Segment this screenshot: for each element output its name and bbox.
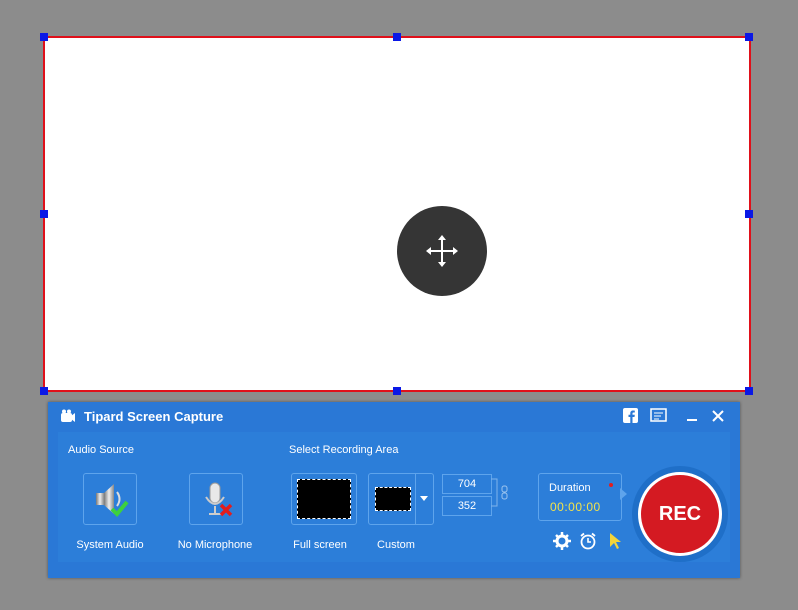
height-input[interactable]: 352 <box>442 496 492 516</box>
speaker-icon <box>96 484 129 517</box>
minimize-icon <box>687 419 697 421</box>
chevron-down-icon[interactable] <box>420 496 428 502</box>
move-region-button[interactable] <box>397 206 487 296</box>
control-panel: Tipard Screen Capture Audio Source Selec… <box>48 402 740 578</box>
resize-handle-bottom-left[interactable] <box>40 387 48 395</box>
microphone-muted-icon <box>205 482 233 517</box>
link-ratio-icon[interactable] <box>490 478 510 508</box>
resize-handle-left[interactable] <box>40 210 48 218</box>
app-title: Tipard Screen Capture <box>84 409 224 424</box>
duration-panel: Duration 00:00:00 <box>538 473 622 521</box>
cursor-icon[interactable] <box>608 532 622 550</box>
facebook-icon[interactable] <box>623 408 638 423</box>
system-audio-button[interactable] <box>83 473 137 525</box>
resize-handle-bottom[interactable] <box>393 387 401 395</box>
resize-handle-bottom-right[interactable] <box>745 387 753 395</box>
close-icon <box>712 410 724 422</box>
audio-source-label: Audio Source <box>68 444 135 456</box>
close-button[interactable] <box>712 410 724 422</box>
recording-indicator-dot <box>609 483 613 487</box>
capture-region[interactable] <box>40 33 753 395</box>
move-arrows-icon <box>426 235 458 267</box>
width-input[interactable]: 704 <box>442 474 492 494</box>
resize-handle-top-right[interactable] <box>745 33 753 41</box>
resize-handle-top-left[interactable] <box>40 33 48 41</box>
alarm-clock-icon[interactable] <box>579 532 597 550</box>
recording-area-label: Select Recording Area <box>289 444 399 456</box>
microphone-button[interactable] <box>189 473 243 525</box>
system-audio-label: System Audio <box>76 539 144 551</box>
subtitle-icon[interactable] <box>650 408 668 423</box>
resize-handle-right[interactable] <box>745 210 753 218</box>
custom-area-button[interactable] <box>368 473 434 525</box>
rec-button-ring: REC <box>632 466 728 562</box>
custom-area-preview-icon <box>375 487 411 511</box>
full-screen-button[interactable] <box>291 473 357 525</box>
resize-handle-top[interactable] <box>393 33 401 41</box>
full-screen-label: Full screen <box>293 539 347 551</box>
custom-label: Custom <box>377 539 415 551</box>
rec-button[interactable]: REC <box>638 472 722 556</box>
duration-time: 00:00:00 <box>550 500 601 514</box>
app-logo-icon <box>60 409 76 428</box>
microphone-label: No Microphone <box>177 539 253 551</box>
duration-label: Duration <box>549 482 591 494</box>
minimize-button[interactable] <box>686 410 698 422</box>
gear-icon[interactable] <box>553 532 571 550</box>
full-screen-preview-icon <box>297 479 351 519</box>
duration-pointer <box>620 488 627 500</box>
